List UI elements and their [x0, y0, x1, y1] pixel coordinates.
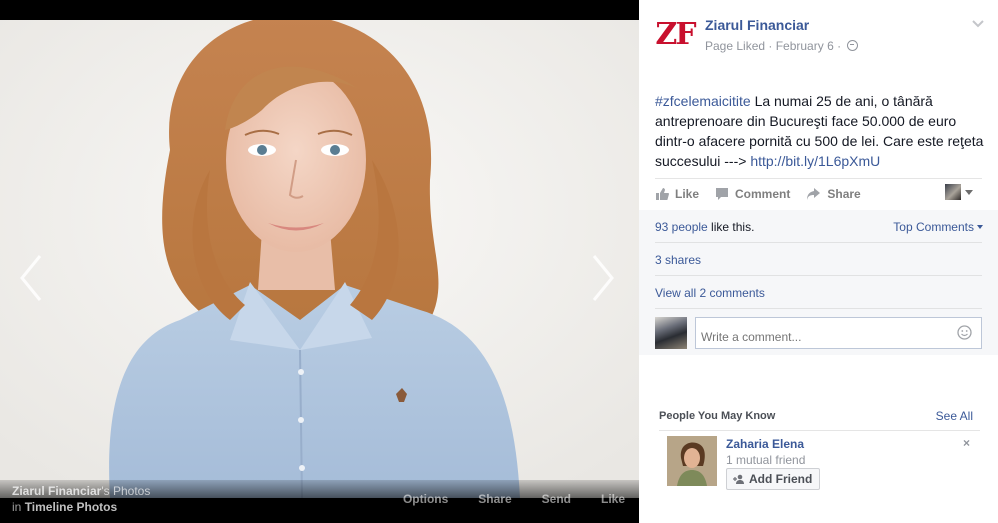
avatar[interactable]	[655, 317, 687, 349]
likes-suffix: like this.	[707, 220, 755, 234]
feedback-area: 93 people like this. Top Comments 3 shar…	[639, 210, 998, 355]
post-meta-text: Page Liked · February 6 ·	[705, 39, 842, 53]
post-header: ZF Ziarul Financiar Page Liked · Februar…	[655, 14, 985, 58]
globe-icon	[847, 40, 859, 51]
photo-footer: Ziarul Financiar's Photos in Timeline Ph…	[0, 480, 639, 523]
post-photo[interactable]	[0, 20, 639, 498]
next-photo-icon[interactable]	[586, 250, 620, 306]
album-name[interactable]: Timeline Photos	[25, 500, 117, 514]
close-icon[interactable]: ×	[963, 436, 970, 450]
comment-button[interactable]: Comment	[715, 187, 790, 201]
photo-options-button[interactable]: Options	[403, 492, 448, 506]
shares-link[interactable]: 3 shares	[655, 253, 701, 267]
share-arrow-icon	[807, 188, 821, 200]
caret-down-icon	[965, 189, 973, 195]
post-as-selector[interactable]	[945, 183, 973, 201]
pymk-profile-photo[interactable]	[667, 436, 717, 486]
portrait-illustration	[0, 20, 639, 498]
photo-like-button[interactable]: Like	[601, 492, 625, 506]
add-friend-button[interactable]: Add Friend	[726, 468, 821, 490]
divider	[655, 275, 982, 276]
hashtag-link[interactable]: #zfcelemaicitite	[655, 93, 751, 109]
page-logo[interactable]: ZF	[655, 14, 697, 54]
thumbs-up-icon	[656, 188, 669, 200]
pymk-person-name[interactable]: Zaharia Elena	[726, 437, 804, 451]
photo-send-button[interactable]: Send	[542, 492, 571, 506]
add-friend-icon	[733, 474, 744, 484]
album-prefix: in	[12, 500, 22, 514]
chevron-down-icon[interactable]	[971, 18, 985, 28]
likes-count-link[interactable]: 93 people	[655, 220, 708, 234]
post-sidebar: ZF Ziarul Financiar Page Liked · Februar…	[639, 0, 998, 523]
caret-down-icon	[977, 225, 983, 229]
photo-owner-suffix: 's Photos	[101, 484, 151, 498]
comment-bubble-icon	[716, 188, 729, 200]
pymk-mutual-friends[interactable]: 1 mutual friend	[726, 453, 805, 467]
view-all-comments-link[interactable]: View all 2 comments	[655, 286, 765, 300]
share-label: Share	[827, 187, 861, 201]
page-name-link[interactable]: Ziarul Financiar	[705, 17, 809, 33]
divider	[659, 430, 980, 431]
share-button[interactable]: Share	[806, 187, 861, 201]
comment-order-label: Top Comments	[893, 220, 974, 234]
add-friend-label: Add Friend	[749, 472, 813, 486]
like-button[interactable]: Like	[655, 187, 699, 201]
like-label: Like	[675, 187, 700, 201]
view-comments-row: View all 2 comments	[655, 286, 982, 300]
person-photo	[667, 436, 717, 486]
comment-order-dropdown[interactable]: Top Comments	[893, 220, 983, 234]
see-all-link[interactable]: See All	[936, 409, 973, 423]
shares-row: 3 shares	[655, 253, 982, 267]
photo-share-button[interactable]: Share	[478, 492, 511, 506]
previous-photo-icon[interactable]	[14, 250, 48, 306]
post-meta: Page Liked · February 6 ·	[705, 39, 859, 53]
photo-owner-line: Ziarul Financiar's Photos	[12, 484, 150, 498]
comment-label: Comment	[735, 187, 791, 201]
emoji-icon[interactable]	[957, 325, 972, 340]
post-actions: Like Comment Share	[655, 183, 985, 205]
photo-album-line: in Timeline Photos	[12, 500, 117, 514]
post-body: #zfcelemaicitite La numai 25 de ani, o t…	[655, 91, 985, 171]
post-link[interactable]: http://bit.ly/1L6pXmU	[750, 153, 880, 169]
divider	[655, 178, 982, 179]
photo-stage: Ziarul Financiar's Photos in Timeline Ph…	[0, 0, 639, 523]
divider	[655, 308, 982, 309]
divider	[655, 242, 982, 243]
comment-input[interactable]	[695, 317, 982, 349]
photo-owner-name[interactable]: Ziarul Financiar	[12, 484, 101, 498]
avatar	[945, 184, 961, 200]
photo-actions: Options Share Send Like	[403, 492, 625, 506]
pymk-heading: People You May Know	[659, 410, 776, 422]
